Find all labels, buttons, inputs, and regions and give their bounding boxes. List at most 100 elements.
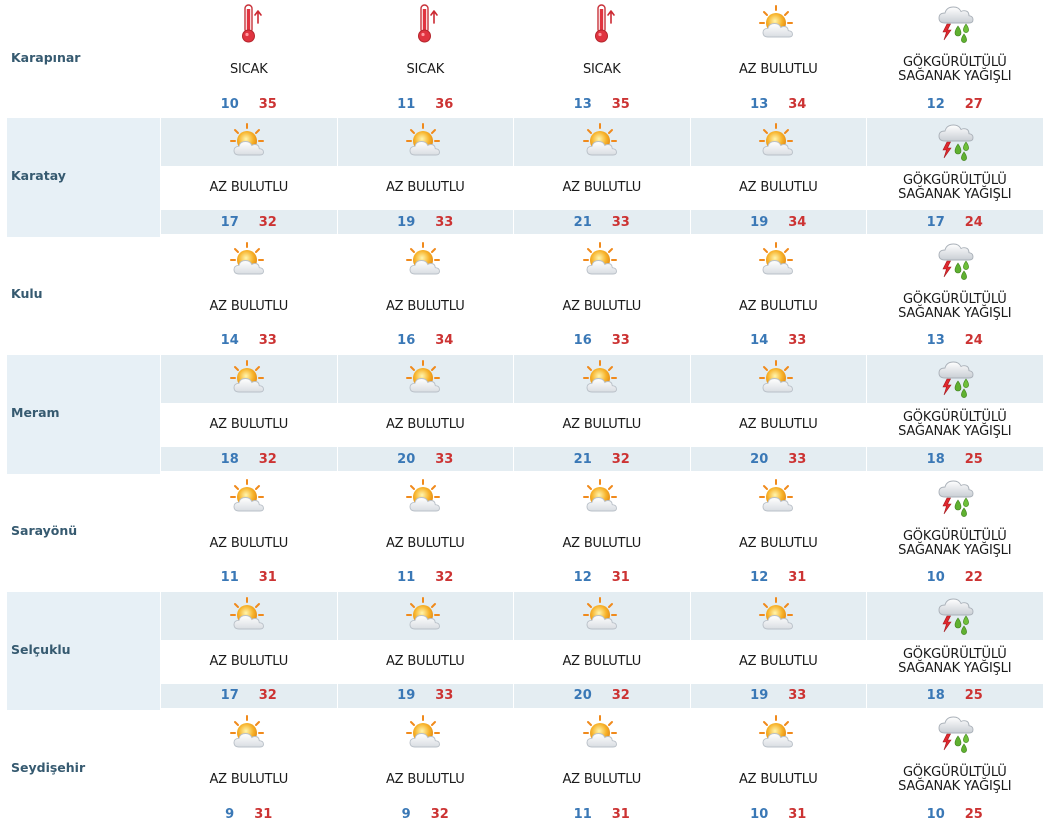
condition-text: AZ BULUTLU bbox=[738, 417, 818, 433]
partly-cloudy-icon bbox=[229, 714, 269, 754]
condition-band: GÖKGÜRÜLTÜLÜ SAĞANAK YAĞIŞLI bbox=[867, 758, 1043, 802]
icon-band bbox=[337, 355, 513, 404]
district-name: Karatay bbox=[11, 168, 66, 184]
min-temperature: 11 bbox=[573, 806, 592, 822]
temperature-band: 17 32 bbox=[161, 683, 337, 708]
condition-band: AZ BULUTLU bbox=[338, 640, 514, 684]
district-row-sarayonu: Sarayönü AZ BULUTLU 11 31 AZ BULUTLU 11 … bbox=[7, 474, 1044, 592]
thermometer-hot-icon bbox=[587, 3, 617, 45]
icon-band bbox=[514, 118, 690, 167]
max-temperature: 24 bbox=[964, 333, 983, 349]
icon-band bbox=[867, 118, 1043, 167]
partly-cloudy-icon bbox=[405, 596, 445, 636]
condition-text: GÖKGÜRÜLTÜLÜ SAĞANAK YAĞIŞLI bbox=[898, 173, 1012, 203]
thunder-shower-icon bbox=[936, 478, 974, 518]
forecast-day-cell: AZ BULUTLU 20 33 bbox=[690, 355, 867, 473]
partly-cloudy-icon bbox=[758, 241, 798, 281]
min-temperature: 11 bbox=[220, 570, 239, 586]
condition-band: SICAK bbox=[338, 48, 514, 92]
min-temperature: 14 bbox=[220, 333, 239, 349]
min-temperature: 14 bbox=[750, 333, 769, 349]
icon-band bbox=[867, 591, 1043, 640]
icon-band bbox=[338, 474, 514, 522]
icon-band bbox=[691, 710, 867, 758]
partly-cloudy-icon bbox=[758, 359, 798, 399]
forecast-day-cell: GÖKGÜRÜLTÜLÜ SAĞANAK YAĞIŞLI 10 22 bbox=[867, 474, 1043, 592]
max-temperature: 33 bbox=[435, 214, 454, 230]
forecast-day-cell: AZ BULUTLU 11 32 bbox=[338, 474, 514, 592]
min-temperature: 12 bbox=[750, 570, 769, 586]
max-temperature: 33 bbox=[788, 688, 807, 704]
condition-band: GÖKGÜRÜLTÜLÜ SAĞANAK YAĞIŞLI bbox=[867, 522, 1043, 566]
min-temperature: 12 bbox=[926, 96, 945, 112]
max-temperature: 31 bbox=[258, 570, 277, 586]
forecast-day-cell: AZ BULUTLU 18 32 bbox=[161, 355, 337, 473]
condition-text: AZ BULUTLU bbox=[209, 298, 289, 314]
partly-cloudy-icon bbox=[405, 359, 445, 399]
min-temperature: 19 bbox=[750, 214, 769, 230]
max-temperature: 31 bbox=[611, 806, 630, 822]
icon-band bbox=[867, 474, 1043, 522]
icon-band bbox=[161, 591, 337, 640]
icon-band bbox=[337, 118, 513, 167]
thermometer-hot-icon bbox=[234, 3, 264, 45]
min-temperature: 20 bbox=[397, 451, 416, 467]
partly-cloudy-icon bbox=[229, 122, 269, 162]
min-temperature: 21 bbox=[573, 214, 592, 230]
district-name-cell: Karatay bbox=[7, 118, 160, 237]
thunder-shower-icon bbox=[936, 4, 974, 44]
temperature-band: 19 33 bbox=[337, 210, 513, 235]
partly-cloudy-icon bbox=[758, 122, 798, 162]
min-temperature: 10 bbox=[926, 570, 945, 586]
district-row-seydisehir: Seydişehir AZ BULUTLU 9 31 AZ BULUTLU 9 … bbox=[7, 710, 1044, 828]
min-temperature: 10 bbox=[926, 806, 945, 822]
min-temperature: 13 bbox=[573, 96, 592, 112]
icon-band bbox=[690, 118, 866, 167]
min-temperature: 13 bbox=[750, 96, 769, 112]
max-temperature: 32 bbox=[258, 451, 277, 467]
forecast-day-cell: AZ BULUTLU 19 33 bbox=[690, 591, 866, 710]
temperature-band: 13 34 bbox=[691, 92, 867, 116]
condition-band: GÖKGÜRÜLTÜLÜ SAĞANAK YAĞIŞLI bbox=[867, 403, 1043, 447]
condition-band: AZ BULUTLU bbox=[691, 403, 867, 447]
min-temperature: 9 bbox=[401, 806, 411, 822]
condition-text: GÖKGÜRÜLTÜLÜ SAĞANAK YAĞIŞLI bbox=[898, 291, 1012, 321]
forecast-day-cell: AZ BULUTLU 11 31 bbox=[161, 474, 337, 592]
condition-band: AZ BULUTLU bbox=[514, 758, 690, 802]
forecast-day-cell: AZ BULUTLU 17 32 bbox=[161, 118, 337, 236]
max-temperature: 31 bbox=[788, 806, 807, 822]
max-temperature: 33 bbox=[435, 451, 454, 467]
forecast-day-cell: AZ BULUTLU 20 33 bbox=[337, 355, 513, 473]
condition-text: AZ BULUTLU bbox=[385, 417, 465, 433]
partly-cloudy-icon bbox=[758, 4, 798, 44]
partly-cloudy-icon bbox=[229, 596, 269, 636]
condition-band: GÖKGÜRÜLTÜLÜ SAĞANAK YAĞIŞLI bbox=[867, 285, 1043, 329]
condition-text: AZ BULUTLU bbox=[385, 535, 465, 551]
max-temperature: 32 bbox=[258, 214, 277, 230]
max-temperature: 34 bbox=[788, 96, 807, 112]
icon-band bbox=[338, 237, 514, 285]
condition-text: GÖKGÜRÜLTÜLÜ SAĞANAK YAĞIŞLI bbox=[898, 646, 1012, 676]
condition-band: SICAK bbox=[161, 48, 337, 92]
temperature-band: 20 33 bbox=[337, 447, 513, 472]
condition-band: AZ BULUTLU bbox=[514, 285, 690, 329]
forecast-table: Karapınar SICAK 10 35 SICAK 11 36 SICAK 13 35 bbox=[7, 0, 1044, 829]
district-row-kulu: Kulu AZ BULUTLU 14 33 AZ BULUTLU 16 34 A… bbox=[7, 237, 1044, 355]
district-row-selcuklu: Selçuklu AZ BULUTLU 17 32 AZ BULUTLU 19 … bbox=[7, 591, 1044, 711]
temperature-band: 20 32 bbox=[514, 683, 690, 708]
condition-band: AZ BULUTLU bbox=[161, 166, 337, 210]
partly-cloudy-icon bbox=[758, 478, 798, 518]
icon-band bbox=[338, 0, 514, 48]
condition-text: AZ BULUTLU bbox=[738, 653, 818, 669]
district-name: Selçuklu bbox=[11, 641, 71, 657]
temperature-band: 19 33 bbox=[337, 683, 513, 708]
forecast-day-cell: AZ BULUTLU 9 32 bbox=[338, 710, 514, 828]
partly-cloudy-icon bbox=[582, 714, 622, 754]
max-temperature: 31 bbox=[788, 570, 807, 586]
temperature-band: 11 31 bbox=[161, 566, 337, 590]
temperature-band: 9 31 bbox=[161, 802, 337, 826]
condition-band: AZ BULUTLU bbox=[338, 285, 514, 329]
temperature-band: 10 35 bbox=[161, 92, 337, 116]
max-temperature: 32 bbox=[435, 570, 454, 586]
district-row-karapinar: Karapınar SICAK 10 35 SICAK 11 36 SICAK 13 35 bbox=[7, 0, 1044, 118]
